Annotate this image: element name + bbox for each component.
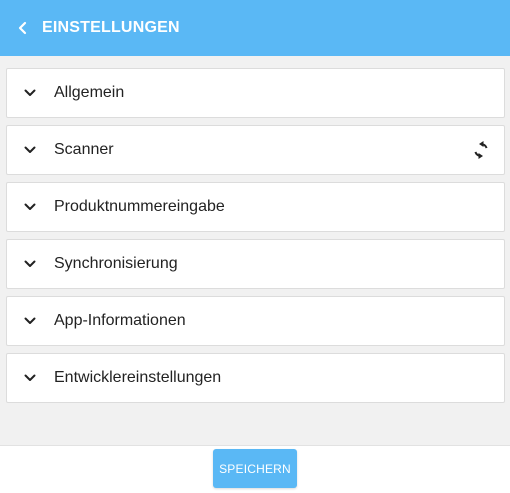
settings-sections: Allgemein Scanner Produktnummereingabe S… (6, 68, 505, 410)
section-synchronisierung[interactable]: Synchronisierung (6, 239, 505, 289)
section-label: App-Informationen (54, 312, 186, 329)
chevron-down-icon (22, 313, 38, 329)
page-title: EINSTELLUNGEN (42, 19, 180, 36)
settings-screen: EINSTELLUNGEN Allgemein Scanner Produktn… (0, 0, 510, 493)
section-entwicklereinstellungen[interactable]: Entwicklereinstellungen (6, 353, 505, 403)
chevron-down-icon (22, 199, 38, 215)
back-button[interactable] (10, 0, 36, 56)
app-header: EINSTELLUNGEN (0, 0, 510, 56)
section-label: Produktnummereingabe (54, 198, 225, 215)
chevron-down-icon (22, 142, 38, 158)
section-label: Scanner (54, 141, 114, 158)
section-scanner[interactable]: Scanner (6, 125, 505, 175)
section-label: Synchronisierung (54, 255, 178, 272)
section-label: Allgemein (54, 84, 125, 101)
section-label: Entwicklereinstellungen (54, 369, 222, 386)
chevron-down-icon (22, 256, 38, 272)
section-app-informationen[interactable]: App-Informationen (6, 296, 505, 346)
section-allgemein[interactable]: Allgemein (6, 68, 505, 118)
section-produktnummereingabe[interactable]: Produktnummereingabe (6, 182, 505, 232)
chevron-left-icon (18, 21, 28, 35)
footer-bar: SPEICHERN (0, 445, 510, 493)
save-button[interactable]: SPEICHERN (213, 449, 297, 488)
chevron-down-icon (22, 370, 38, 386)
sync-icon[interactable] (471, 140, 491, 160)
chevron-down-icon (22, 85, 38, 101)
